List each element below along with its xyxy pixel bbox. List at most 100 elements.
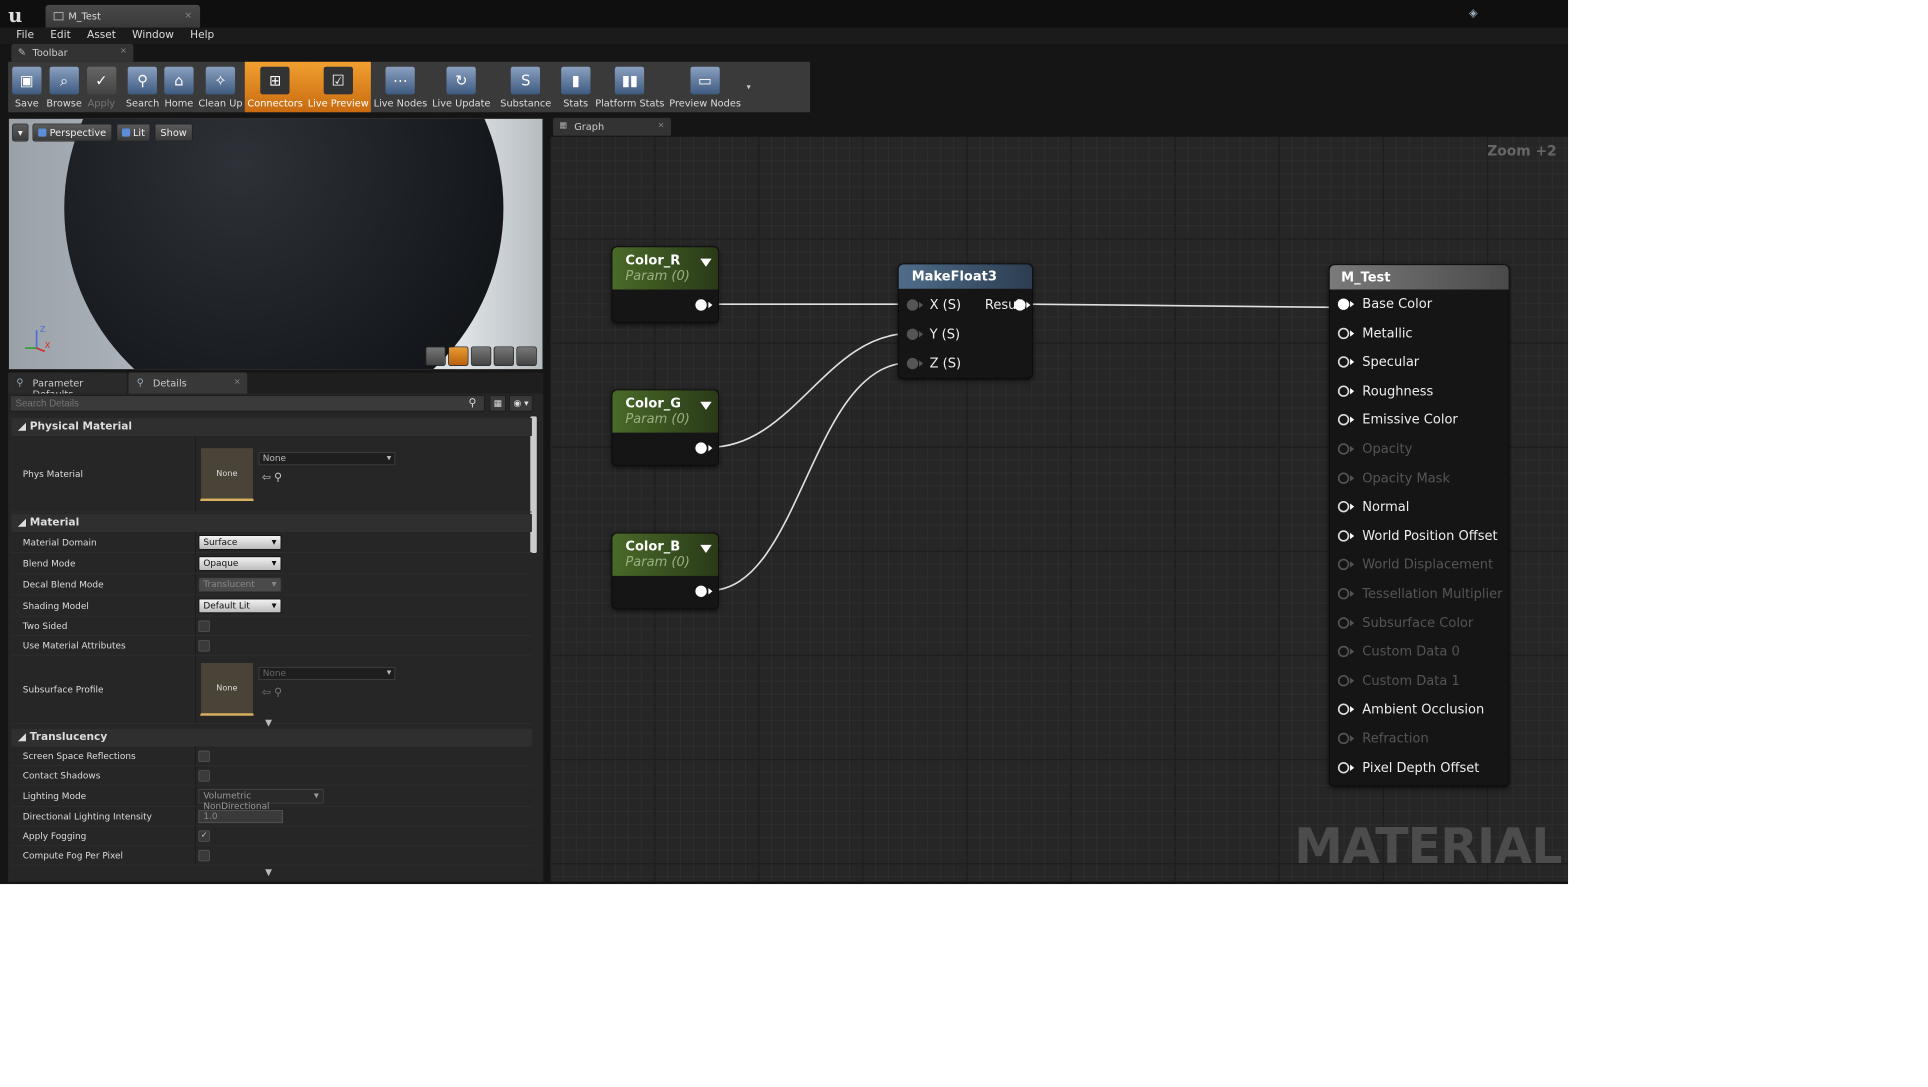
stats-button[interactable]: ▮ Stats: [559, 62, 593, 112]
menu-edit[interactable]: Edit: [42, 28, 79, 44]
result-input-pin[interactable]: [1337, 616, 1350, 629]
category-physical-material[interactable]: ◢ Physical Material: [11, 418, 532, 436]
category-translucency[interactable]: ◢ Translucency: [11, 728, 532, 747]
home-button[interactable]: ⌂ Home: [162, 62, 196, 112]
browse-button[interactable]: ⌕ Browse: [44, 62, 84, 112]
perspective-button[interactable]: Perspective: [32, 123, 112, 142]
decal-blend-mode-combo[interactable]: Translucent: [198, 577, 282, 593]
result-input-pin[interactable]: [1337, 327, 1350, 339]
result-input-pin[interactable]: [1337, 472, 1350, 484]
result-input-pin[interactable]: [1337, 530, 1350, 542]
input-pin-z[interactable]: [906, 357, 919, 370]
view-options-button[interactable]: ◉ ▾: [509, 395, 533, 412]
phys-material-combo[interactable]: None: [258, 452, 396, 466]
result-input-pin[interactable]: [1337, 356, 1350, 368]
tab-details[interactable]: ⚲ Details ×: [128, 372, 248, 394]
source-control-icon[interactable]: ◈: [1469, 7, 1485, 20]
directional-lighting-intensity-input[interactable]: 1.0: [198, 810, 284, 824]
subsurface-profile-combo[interactable]: None: [258, 666, 396, 680]
close-tab-icon[interactable]: ×: [184, 10, 191, 21]
wire-color-g-to-y[interactable]: [709, 332, 911, 449]
screen-space-reflections-checkbox[interactable]: [198, 750, 210, 763]
lighting-mode-combo[interactable]: Volumetric NonDirectional: [198, 788, 324, 812]
live-update-button[interactable]: ↻ Live Update: [430, 62, 493, 112]
input-pin-x[interactable]: [906, 299, 919, 311]
result-input-pin[interactable]: [1337, 761, 1350, 774]
toolbar-tab[interactable]: ✎ Toolbar ×: [11, 43, 134, 62]
subsurface-use-selected-icon[interactable]: ⇦ ⚲: [262, 686, 282, 698]
result-input-pin[interactable]: [1337, 501, 1350, 513]
result-input-pin[interactable]: [1337, 732, 1350, 745]
preview-cylinder-button[interactable]: [425, 346, 446, 366]
connectors-button[interactable]: ⊞ Connectors: [244, 61, 306, 113]
blend-mode-combo[interactable]: Opaque: [198, 556, 282, 571]
result-input-pin[interactable]: [1337, 559, 1350, 571]
collapse-arrow-icon[interactable]: [700, 401, 712, 410]
output-pin[interactable]: [695, 442, 707, 454]
collapse-arrow-icon[interactable]: [700, 544, 712, 554]
contact-shadows-checkbox[interactable]: [198, 770, 210, 782]
compute-fog-per-pixel-checkbox[interactable]: [198, 849, 210, 862]
close-details-tab-icon[interactable]: ×: [234, 377, 241, 386]
preview-mesh-button[interactable]: [516, 346, 537, 366]
wire-result-to-base-color[interactable]: [1030, 303, 1347, 309]
preview-plane-button[interactable]: [470, 346, 492, 366]
material-expand-arrow-icon[interactable]: ▼: [265, 717, 272, 728]
menu-window[interactable]: Window: [124, 28, 182, 44]
search-button[interactable]: ⚲ Search: [123, 62, 161, 112]
live-nodes-button[interactable]: ⋯ Live Nodes: [371, 62, 429, 112]
preview-sphere-button[interactable]: [448, 346, 469, 366]
menu-asset[interactable]: Asset: [79, 28, 124, 44]
output-pin[interactable]: [695, 585, 707, 597]
use-selected-icon[interactable]: ⇦ ⚲: [262, 472, 282, 484]
use-material-attributes-checkbox[interactable]: [198, 640, 210, 652]
property-matrix-button[interactable]: ▦: [489, 395, 507, 412]
makefloat3-node[interactable]: MakeFloat3 X (S) Result Y (S) Z (S): [897, 263, 1033, 379]
graph-tab[interactable]: ▦ Graph ×: [553, 117, 671, 136]
close-graph-tab-icon[interactable]: ×: [658, 121, 665, 130]
menu-file[interactable]: File: [8, 28, 42, 44]
category-material[interactable]: ◢ Material: [11, 514, 532, 532]
tab-parameter-defaults[interactable]: ⚲Parameter Defaults: [8, 372, 127, 400]
output-pin-result[interactable]: [1014, 299, 1026, 311]
result-input-pin[interactable]: [1337, 414, 1350, 426]
substance-button[interactable]: S Substance: [498, 62, 554, 112]
search-details-input[interactable]: [9, 395, 485, 412]
show-button[interactable]: Show: [154, 123, 193, 142]
result-input-pin[interactable]: [1337, 703, 1350, 716]
result-input-pin[interactable]: [1337, 645, 1350, 658]
result-input-pin[interactable]: [1337, 674, 1350, 687]
apply-fogging-checkbox[interactable]: ✓: [198, 830, 210, 842]
close-toolbar-tab-icon[interactable]: ×: [120, 46, 127, 55]
result-input-pin[interactable]: [1337, 385, 1350, 397]
live-preview-button[interactable]: ☑ Live Preview: [305, 61, 372, 113]
material-graph-canvas[interactable]: Zoom +2 MATERIAL Color_R Param (0) Color_…: [548, 135, 1569, 883]
phys-material-thumbnail[interactable]: None: [200, 447, 254, 501]
subsurface-profile-thumbnail[interactable]: None: [200, 662, 254, 716]
material-result-node[interactable]: M_Test Base Color Metallic Specular Roughne…: [1328, 264, 1510, 787]
result-input-pin[interactable]: [1337, 443, 1350, 455]
menu-help[interactable]: Help: [182, 28, 222, 44]
collapse-arrow-icon[interactable]: [700, 258, 712, 267]
result-input-pin[interactable]: [1337, 588, 1350, 600]
output-pin[interactable]: [695, 299, 707, 311]
two-sided-checkbox[interactable]: [198, 620, 210, 632]
input-pin-y[interactable]: [906, 328, 919, 340]
param-node-color-r[interactable]: Color_R Param (0): [611, 246, 719, 323]
preview-viewport[interactable]: ▾ Perspective Lit Show Z X: [8, 117, 544, 371]
param-node-color-b[interactable]: Color_B Param (0): [611, 532, 719, 610]
preview-cube-button[interactable]: [493, 346, 515, 366]
param-node-color-g[interactable]: Color_G Param (0): [611, 389, 719, 467]
document-tab[interactable]: M_Test ×: [45, 4, 201, 28]
toolbar-overflow-icon[interactable]: ▾: [747, 83, 751, 92]
shading-model-combo[interactable]: Default Lit: [198, 598, 282, 614]
result-input-pin[interactable]: [1337, 298, 1350, 310]
preview-nodes-button[interactable]: ▭ Preview Nodes: [667, 62, 744, 112]
translucency-expand-arrow-icon[interactable]: ▼: [265, 867, 272, 878]
apply-button[interactable]: ✓ Apply: [84, 62, 118, 112]
platform-stats-button[interactable]: ▮▮ Platform Stats: [593, 62, 667, 112]
wire-color-b-to-z[interactable]: [709, 361, 911, 592]
lit-button[interactable]: Lit: [115, 123, 151, 142]
clean-up-button[interactable]: ✧ Clean Up: [196, 62, 245, 112]
save-button[interactable]: ▣ Save: [10, 62, 44, 112]
